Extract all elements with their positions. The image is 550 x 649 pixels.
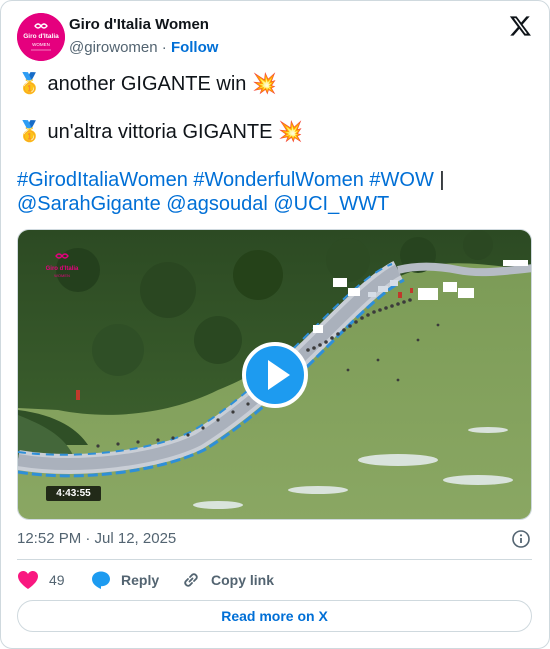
video-duration: 4:43:55	[46, 486, 101, 501]
svg-text:WOMEN: WOMEN	[32, 42, 50, 47]
read-more-button[interactable]: Read more on X	[17, 600, 532, 632]
mention-link[interactable]: @UCI_WWT	[273, 193, 389, 215]
svg-text:Giro d'Italia: Giro d'Italia	[23, 33, 59, 40]
avatar[interactable]: Giro d'Italia WOMEN	[17, 13, 65, 61]
info-icon[interactable]	[511, 529, 531, 549]
author-handle[interactable]: @girowomen	[69, 39, 158, 56]
author-handle-row: @girowomen · Follow	[69, 39, 218, 56]
reply-bubble-icon	[92, 571, 110, 589]
reply-label: Reply	[121, 572, 160, 588]
tweet-mentions-line: @SarahGigante @agsoudal @UCI_WWT	[17, 192, 533, 216]
svg-text:WOMEN: WOMEN	[54, 273, 70, 278]
hashtag-link[interactable]: #WonderfulWomen	[193, 169, 363, 191]
pipe-separator: |	[439, 169, 445, 191]
handle-separator: ·	[161, 39, 167, 56]
mention-link[interactable]: @SarahGigante	[17, 193, 161, 215]
hashtag-link[interactable]: #WOW	[369, 169, 433, 191]
mention-link[interactable]: @agsoudal	[166, 193, 267, 215]
link-icon	[184, 573, 198, 587]
tweet-line-2: 🥇 un'altra vittoria GIGANTE 💥	[17, 121, 303, 143]
svg-text:Giro d'Italia: Giro d'Italia	[46, 266, 79, 272]
reply-button[interactable]: Reply	[91, 569, 159, 591]
play-button[interactable]	[242, 342, 308, 408]
tweet-timestamp[interactable]: 12:52 PM · Jul 12, 2025	[17, 530, 176, 547]
tweet-hashtags-line: #GirodItaliaWomen #WonderfulWomen #WOW |	[17, 168, 533, 192]
like-count: 49	[49, 572, 65, 588]
x-logo-icon[interactable]	[509, 14, 532, 37]
hashtag-link[interactable]: #GirodItaliaWomen	[17, 169, 188, 191]
divider	[17, 559, 532, 560]
author-name[interactable]: Giro d'Italia Women	[69, 16, 209, 33]
copy-link-label: Copy link	[211, 572, 275, 588]
tweet-actions: 49 Reply Copy link	[17, 569, 532, 591]
tweet-text: 🥇 another GIGANTE win 💥 🥇 un'altra vitto…	[17, 72, 533, 216]
tweet-line-1: 🥇 another GIGANTE win 💥	[17, 73, 277, 95]
like-button[interactable]: 49	[17, 569, 65, 591]
copy-link-button[interactable]: Copy link	[181, 569, 274, 591]
follow-button[interactable]: Follow	[171, 39, 219, 56]
heart-icon	[18, 571, 38, 589]
